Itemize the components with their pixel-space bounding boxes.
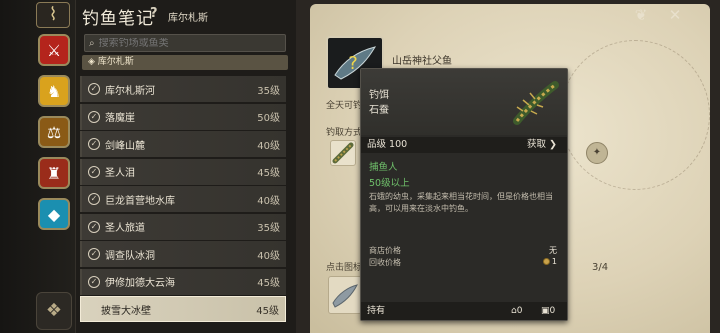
list-item[interactable]: ✓ 库尔札斯河 35级: [80, 76, 286, 102]
spot-name: 剑峰山麓: [105, 140, 145, 152]
required-level: 50级以上: [369, 178, 410, 189]
click-icon-hint: 点击图标: [326, 263, 363, 273]
chocobo-icon[interactable]: ♞: [38, 75, 70, 107]
bait-thumbnail[interactable]: [330, 140, 356, 166]
spot-level: 40级: [257, 250, 280, 262]
list-item-selected[interactable]: 披雪大冰壁 45级: [80, 296, 286, 322]
crystal-icon[interactable]: ◆: [38, 198, 70, 230]
check-icon: ✓: [88, 165, 100, 178]
page-title: 钓鱼笔记: [82, 9, 154, 29]
spot-name: 披雪大冰壁: [101, 305, 151, 317]
list-item[interactable]: ✓ 剑峰山麓 40级: [80, 131, 286, 157]
item-type: 钓饵: [369, 90, 389, 101]
fish-icon: [332, 284, 358, 308]
search-input[interactable]: [98, 37, 269, 49]
map-sketch-decoration: [560, 40, 710, 190]
owned-label: 持有: [367, 306, 386, 316]
spot-name: 圣人旅道: [105, 223, 145, 234]
owned-bar: 持有 ⌂0 ▣0: [361, 302, 567, 320]
battle-crest-icon[interactable]: ⚔: [38, 34, 70, 66]
item-tooltip: 钓饵 石蚕 品级 100 获取 ❯ 捕鱼人 50级以上 石蛾的幼虫，采集起来相当…: [360, 68, 568, 321]
compass-icon[interactable]: ✦: [586, 142, 608, 164]
shop-price-value: 无: [549, 246, 557, 255]
shop-price-label: 商店价格: [369, 246, 401, 255]
sell-price-label: 回收价格: [369, 258, 401, 267]
list-item[interactable]: ✓ 伊修加德大云海 45级: [80, 268, 286, 295]
spot-level: 35级: [257, 223, 280, 234]
svg-text:?: ?: [348, 53, 358, 74]
check-icon: ✓: [88, 193, 100, 205]
check-icon: ✓: [88, 275, 100, 288]
help-button[interactable]: ?: [150, 6, 158, 21]
close-icon[interactable]: ✕: [664, 6, 686, 24]
fish-name: 山岳神社父鱼: [392, 56, 452, 67]
list-item[interactable]: ✓ 调查队冰洞 40级: [80, 241, 286, 267]
list-item[interactable]: ✓ 圣人旅道 35级: [80, 213, 286, 240]
spot-name: 调查队冰洞: [105, 250, 155, 262]
caddisfly-larva-icon: [332, 142, 354, 164]
spot-level: 45级: [257, 278, 280, 289]
check-icon: ✓: [88, 220, 100, 233]
required-job: 捕鱼人: [369, 162, 398, 173]
spot-level: 40级: [257, 140, 280, 152]
check-icon: ✓: [88, 110, 100, 123]
region-filter-chip[interactable]: ◈ 库尔札斯: [82, 55, 288, 70]
item-description: 石蛾的幼虫，采集起来相当花时间，但是价格也相当高，可以用来在淡水中钓鱼。: [369, 192, 553, 213]
spot-name: 圣人泪: [105, 168, 135, 179]
acquire-button[interactable]: 获取 ❯: [527, 137, 557, 153]
fish-hook-icon: ⌇: [48, 4, 58, 25]
check-icon: ✓: [88, 83, 100, 95]
fishing-hook-back-button[interactable]: ⌇: [36, 2, 70, 28]
catch-thumbnail[interactable]: [328, 276, 362, 314]
region-title: 库尔札斯: [168, 13, 208, 24]
owned-home: ⌂0: [511, 306, 523, 316]
tooltip-header: 钓饵 石蚕: [361, 69, 567, 135]
list-item[interactable]: ✓ 落魔崖 50级: [80, 103, 286, 130]
item-name: 石蚕: [369, 105, 389, 116]
sell-price: 1: [542, 257, 557, 266]
list-item[interactable]: ✓ 巨龙首营地水库 40级: [80, 186, 286, 212]
spot-name: 伊修加德大云海: [105, 278, 175, 289]
bag-icon: ▣: [541, 306, 550, 316]
spot-name: 库尔札斯河: [105, 85, 155, 97]
page-counter: 3/4: [592, 262, 609, 273]
owned-bag: ▣0: [541, 306, 556, 316]
spot-level: 50级: [257, 113, 280, 124]
list-item[interactable]: ✓ 圣人泪 45级: [80, 158, 286, 185]
spot-name: 巨龙首营地水库: [105, 195, 175, 207]
fishing-spot-list: ✓ 库尔札斯河 35级 ✓ 落魔崖 50级 ✓ 剑峰山麓 40级 ✓ 圣人泪 4…: [80, 76, 288, 333]
availability-label: 全天可钓: [326, 101, 363, 111]
journal-icon[interactable]: ❖: [36, 292, 72, 330]
bookmark-icon[interactable]: ❦: [630, 6, 652, 24]
check-icon: ✓: [88, 138, 100, 150]
item-grade-bar: 品级 100 获取 ❯: [361, 137, 567, 153]
spot-level: 35级: [257, 85, 280, 97]
gil-coin-icon: [542, 258, 550, 265]
scales-icon[interactable]: ⚖: [38, 116, 70, 148]
search-icon: ⌕: [89, 37, 95, 49]
check-icon: ✓: [88, 248, 100, 260]
side-rail: ⌇ ⚔ ♞ ⚖ ♜ ◆ ❖: [0, 0, 76, 333]
spot-level: 45级: [257, 168, 280, 179]
item-grade: 品级 100: [367, 139, 408, 150]
fishing-method-label: 钓取方式: [326, 128, 363, 138]
lantern-icon[interactable]: ♜: [38, 157, 70, 189]
spot-level: 40级: [257, 195, 280, 207]
spot-name: 落魔崖: [105, 113, 135, 124]
search-bar[interactable]: ⌕: [84, 34, 286, 52]
spot-level: 45级: [256, 305, 279, 317]
caddisfly-larva-icon: [513, 81, 559, 125]
